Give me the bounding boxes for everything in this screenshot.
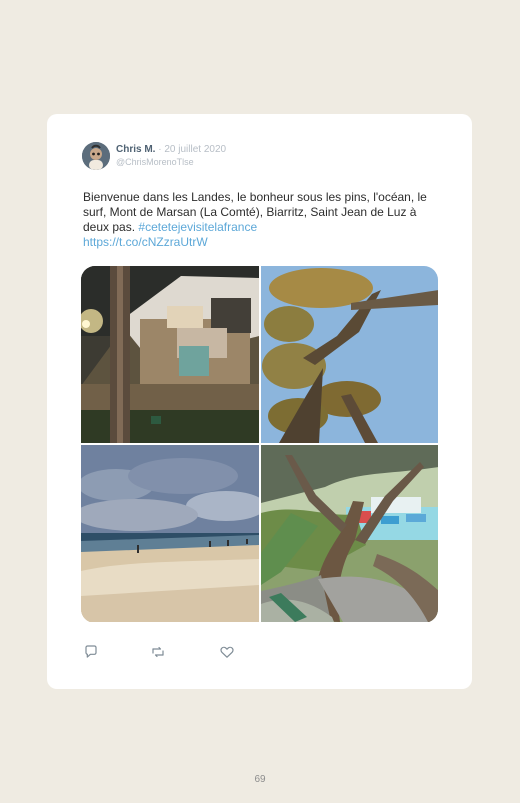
pines-photo[interactable]	[261, 266, 438, 443]
reply-icon[interactable]	[83, 644, 99, 660]
tweet-url-link[interactable]: https://t.co/cNZzraUtrW	[83, 235, 208, 249]
author-handle[interactable]: @ChrisMorenoTlse	[116, 157, 194, 168]
tweet-header: Chris M. · 20 juillet 2020	[116, 144, 226, 156]
tweet-date[interactable]: 20 juillet 2020	[164, 144, 226, 155]
tweet-text: Bienvenue dans les Landes, le bonheur so…	[83, 190, 443, 250]
author-name[interactable]: Chris M.	[116, 144, 155, 155]
beach-photo[interactable]	[81, 445, 259, 622]
separator: ·	[158, 144, 162, 155]
tweet-card: Chris M. · 20 juillet 2020 @ChrisMorenoT…	[47, 114, 472, 689]
page-number: 69	[254, 774, 266, 785]
retweet-icon[interactable]	[150, 644, 166, 660]
avatar[interactable]	[82, 142, 110, 170]
photo-grid	[81, 266, 438, 623]
hashtag-link[interactable]: #cetetejevisitelafrance	[138, 220, 257, 234]
tent-photo[interactable]	[81, 266, 259, 443]
heart-icon[interactable]	[219, 644, 235, 660]
tree-view-photo[interactable]	[261, 445, 438, 622]
tweet-actions	[83, 644, 243, 662]
